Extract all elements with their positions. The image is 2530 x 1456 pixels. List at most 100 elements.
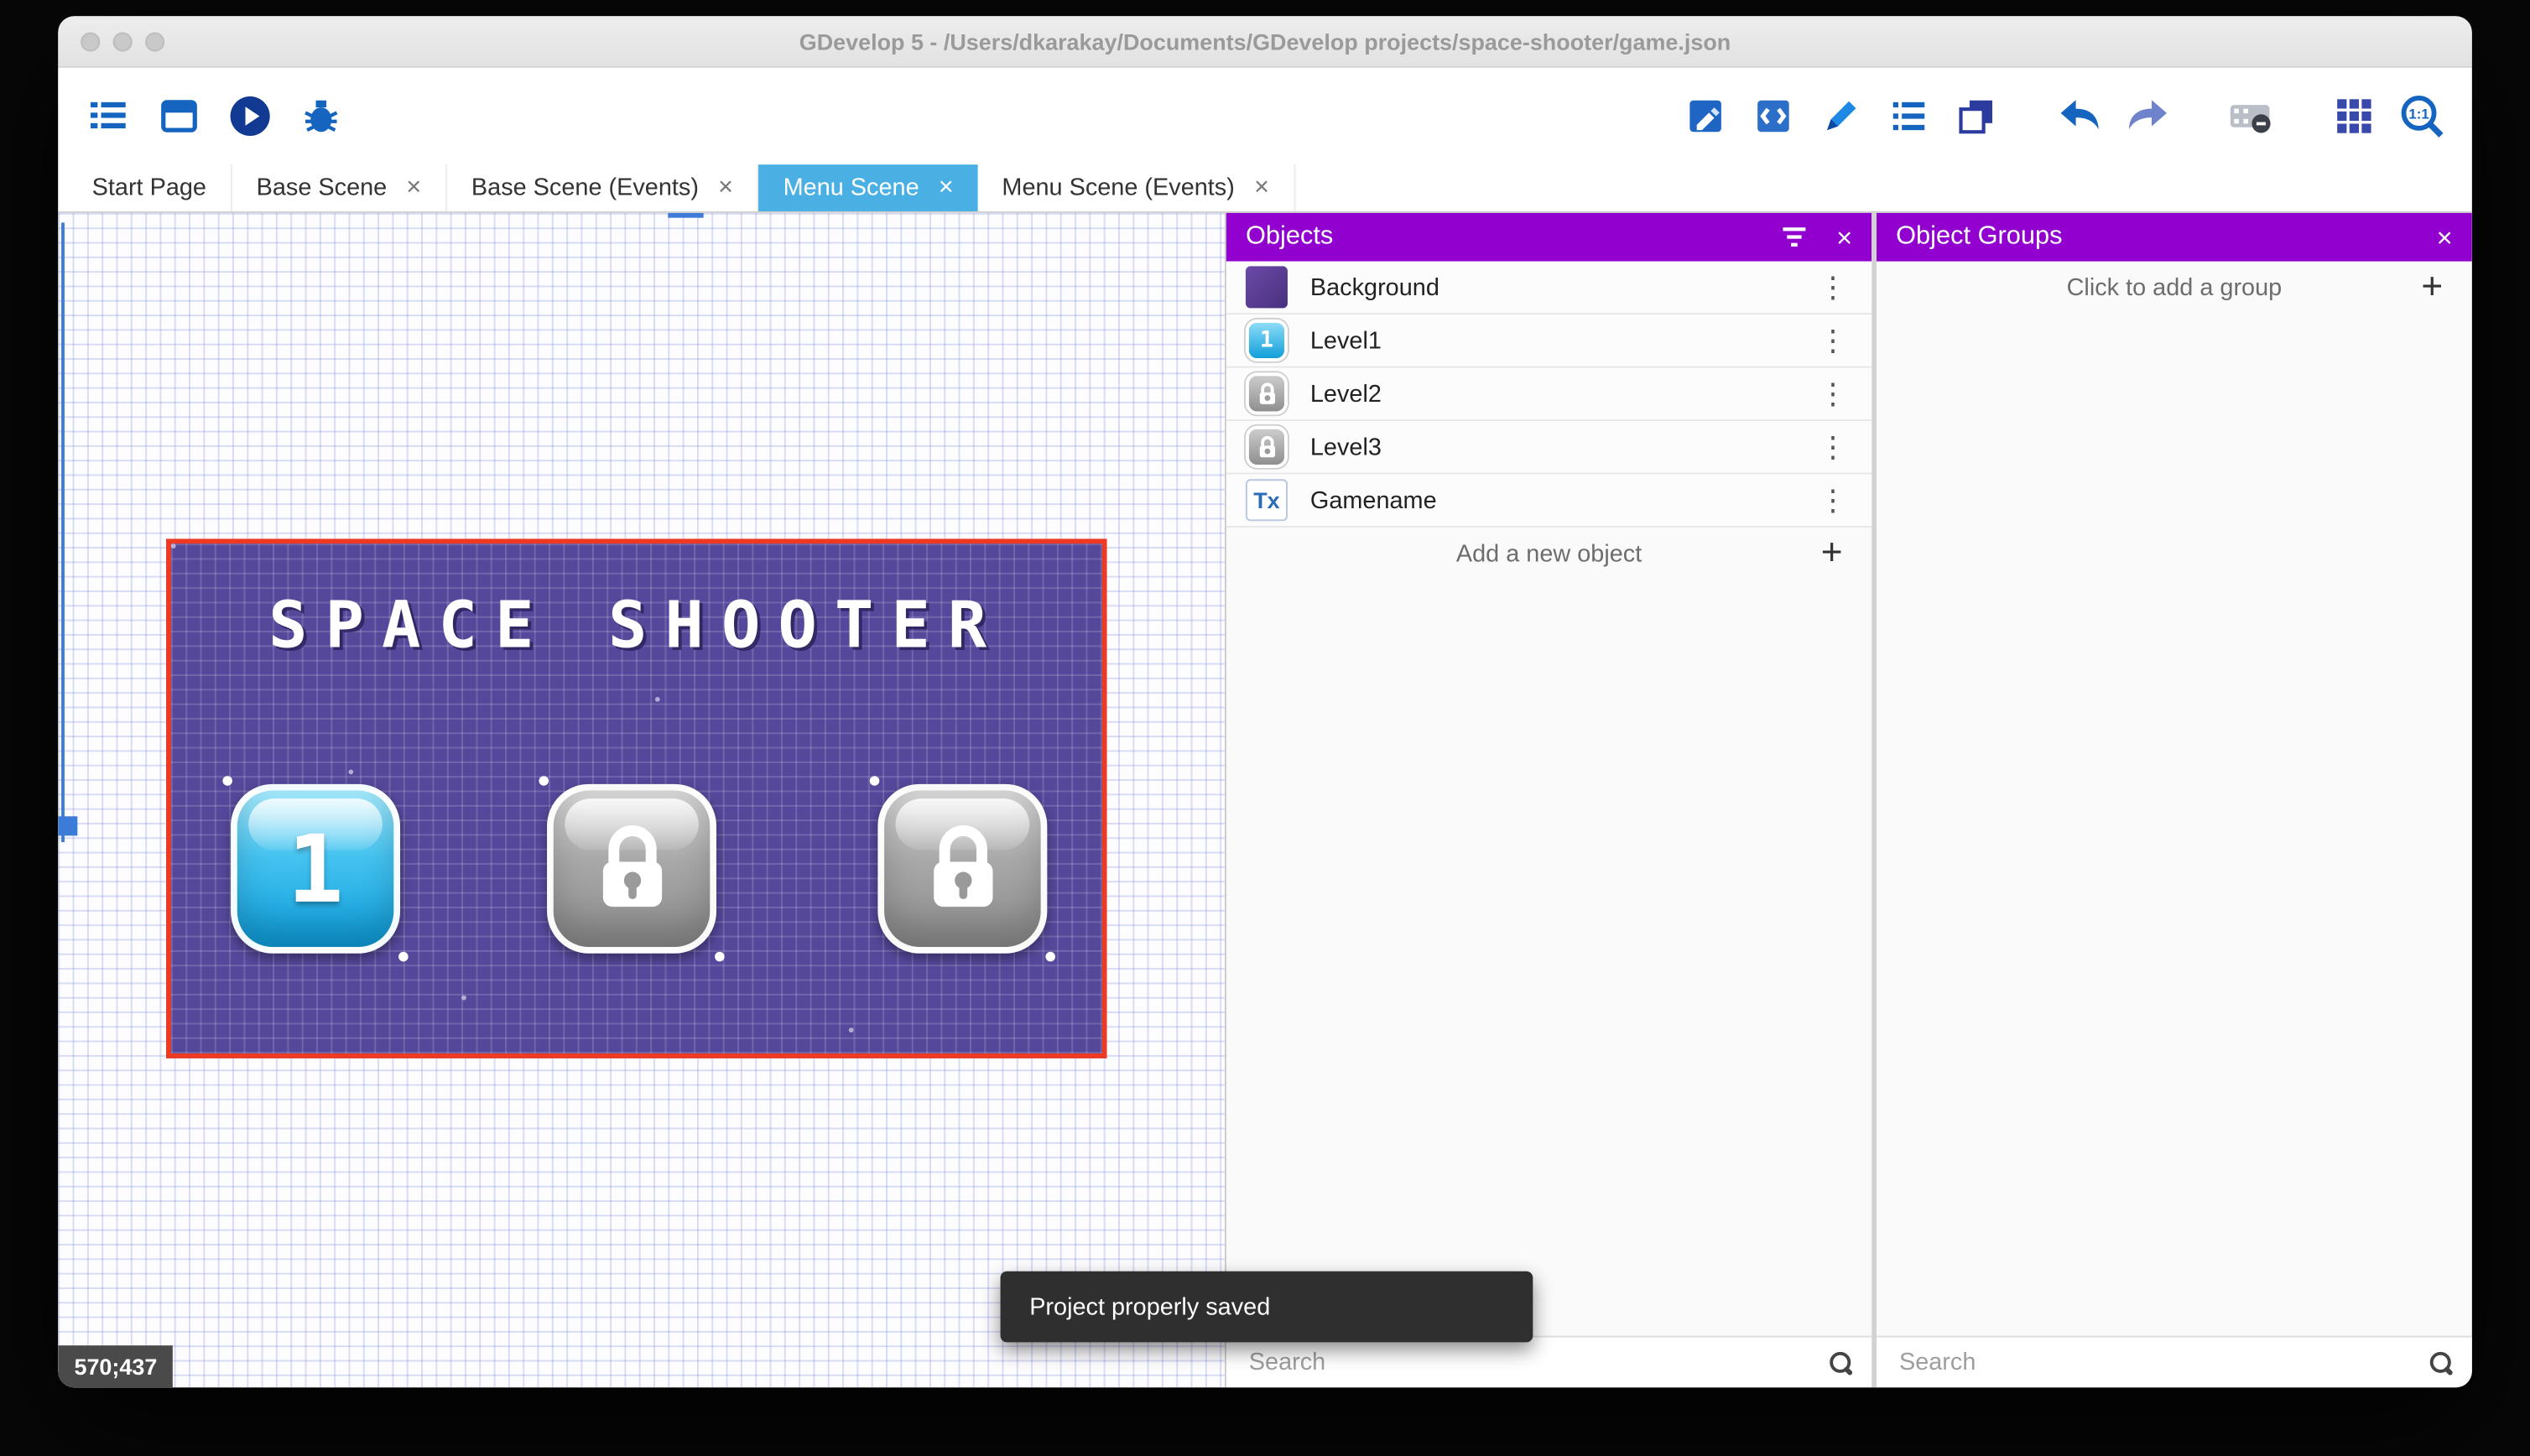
- toolbar-left: [84, 92, 346, 141]
- close-tab-icon[interactable]: ×: [1254, 174, 1269, 201]
- layers-editor-button[interactable]: [1952, 92, 2001, 141]
- tab-bar: Start Page Base Scene × Base Scene (Even…: [58, 164, 2472, 213]
- locked-thumbnail-icon: [1245, 425, 1288, 468]
- tab-start-page[interactable]: Start Page: [68, 164, 232, 211]
- layers-icon: [1959, 100, 1993, 134]
- level3-button-instance[interactable]: [869, 776, 1055, 962]
- cursor-coordinates: 570;437: [58, 1345, 174, 1388]
- editor-content: SPACE SHOOTER 1 570;437 Objects × Backgr…: [58, 212, 2472, 1388]
- close-panel-icon[interactable]: ×: [1836, 223, 1852, 251]
- object-row-level1[interactable]: 1 Level1 ⋮: [1226, 315, 1872, 368]
- toggle-grid-button[interactable]: [2330, 92, 2379, 141]
- sparkle-dot: [715, 951, 725, 962]
- tab-label: Menu Scene: [783, 174, 919, 202]
- row-menu-icon[interactable]: ⋮: [1814, 270, 1852, 304]
- objects-panel-header: Objects ×: [1226, 212, 1872, 262]
- tab-base-scene[interactable]: Base Scene ×: [232, 164, 448, 211]
- canvas-top-tick: [668, 212, 704, 218]
- save-notification-snackbar: Project properly saved: [1000, 1271, 1533, 1343]
- search-icon: [2429, 1350, 2453, 1374]
- plus-icon[interactable]: +: [1821, 531, 1843, 575]
- maximize-window-button[interactable]: [145, 32, 165, 52]
- object-row-gamename[interactable]: Tx Gamename ⋮: [1226, 474, 1872, 528]
- close-tab-icon[interactable]: ×: [406, 174, 421, 201]
- scene-window-icon: [161, 100, 197, 133]
- minimize-window-button[interactable]: [112, 32, 133, 52]
- start-preview-button[interactable]: [226, 92, 274, 141]
- tab-menu-scene[interactable]: Menu Scene ×: [758, 164, 978, 211]
- toolbar: 1:1: [58, 67, 2472, 165]
- undo-icon: [2060, 100, 2099, 130]
- object-cube-icon: [1689, 100, 1721, 133]
- redo-icon: [2128, 100, 2168, 130]
- pencil-icon: [1827, 101, 1856, 131]
- close-tab-icon[interactable]: ×: [718, 174, 733, 201]
- object-name: Level3: [1309, 433, 1382, 461]
- objects-editor-button[interactable]: [1681, 92, 1730, 141]
- capture-button[interactable]: [2226, 92, 2275, 141]
- object-row-level2[interactable]: Level2 ⋮: [1226, 367, 1872, 422]
- plus-icon[interactable]: +: [2421, 264, 2443, 308]
- object-row-level3[interactable]: Level3 ⋮: [1226, 421, 1872, 475]
- game-title-text[interactable]: SPACE SHOOTER: [171, 589, 1102, 663]
- tab-base-scene-events[interactable]: Base Scene (Events) ×: [447, 164, 759, 211]
- canvas-resize-handle[interactable]: [58, 816, 78, 836]
- star-dot: [848, 1027, 854, 1033]
- close-panel-icon[interactable]: ×: [2437, 223, 2453, 251]
- groups-search-input[interactable]: [1896, 1347, 2414, 1378]
- row-menu-icon[interactable]: ⋮: [1814, 430, 1852, 464]
- object-row-background[interactable]: Background ⋮: [1226, 261, 1872, 315]
- star-dot: [654, 696, 660, 702]
- scene-canvas[interactable]: SPACE SHOOTER 1 570;437: [58, 212, 1225, 1388]
- add-group-button[interactable]: Click to add a group +: [1877, 262, 2472, 315]
- search-icon: [1830, 1350, 1852, 1374]
- tab-menu-scene-events[interactable]: Menu Scene (Events) ×: [978, 164, 1295, 211]
- locked-thumbnail-icon: [1245, 372, 1288, 415]
- project-manager-button[interactable]: [84, 92, 133, 141]
- window-title: GDevelop 5 - /Users/dkarakay/Documents/G…: [799, 28, 1731, 55]
- lock-icon: [554, 791, 711, 948]
- undo-button[interactable]: [2056, 92, 2105, 141]
- text-object-thumbnail-icon: Tx: [1245, 479, 1288, 522]
- play-icon: [230, 96, 270, 137]
- window-controls: [81, 32, 165, 52]
- objects-search-input[interactable]: [1245, 1347, 1814, 1378]
- filter-icon[interactable]: [1782, 226, 1808, 248]
- redo-button[interactable]: [2123, 92, 2172, 141]
- add-object-button[interactable]: Add a new object +: [1226, 528, 1871, 580]
- scene-instance-background[interactable]: SPACE SHOOTER 1: [166, 538, 1107, 1058]
- objects-panel-title: Objects: [1245, 222, 1334, 251]
- titlebar: GDevelop 5 - /Users/dkarakay/Documents/G…: [58, 16, 2472, 68]
- gdevelop-window: GDevelop 5 - /Users/dkarakay/Documents/G…: [58, 16, 2472, 1388]
- row-menu-icon[interactable]: ⋮: [1814, 324, 1852, 357]
- star-dot: [348, 769, 354, 775]
- tab-label: Start Page: [91, 174, 206, 202]
- groups-panel-empty-area: [1877, 315, 2472, 1336]
- object-name: Level1: [1309, 326, 1382, 355]
- scene-editor-button[interactable]: [155, 92, 204, 141]
- star-dot: [461, 995, 466, 1001]
- debug-button[interactable]: [297, 92, 346, 141]
- properties-button[interactable]: [1817, 92, 1866, 141]
- row-menu-icon[interactable]: ⋮: [1814, 377, 1852, 410]
- lock-icon: [884, 791, 1041, 948]
- object-arrows-icon: [1757, 100, 1789, 133]
- row-menu-icon[interactable]: ⋮: [1814, 483, 1852, 517]
- object-groups-panel: Object Groups × Click to add a group +: [1871, 212, 2472, 1388]
- level-number: 1: [287, 814, 344, 924]
- zoom-icon: 1:1: [2401, 95, 2444, 138]
- object-name: Background: [1309, 273, 1439, 301]
- level2-button-instance[interactable]: [539, 776, 725, 962]
- film-icon: [2230, 105, 2271, 133]
- close-tab-icon[interactable]: ×: [939, 174, 954, 201]
- close-window-button[interactable]: [81, 32, 101, 52]
- zoom-reset-button[interactable]: 1:1: [2397, 92, 2446, 141]
- groups-panel-title: Object Groups: [1896, 222, 2063, 251]
- objects-panel: Objects × Background ⋮ 1 Level1 ⋮ Level2…: [1224, 212, 1872, 1388]
- level1-button-instance[interactable]: 1: [222, 776, 409, 962]
- list-icon: [1892, 101, 1925, 131]
- groups-search-row: [1877, 1335, 2472, 1388]
- instances-list-button[interactable]: [1885, 92, 1934, 141]
- project-manager-icon: [91, 101, 126, 129]
- object-groups-editor-button[interactable]: [1749, 92, 1798, 141]
